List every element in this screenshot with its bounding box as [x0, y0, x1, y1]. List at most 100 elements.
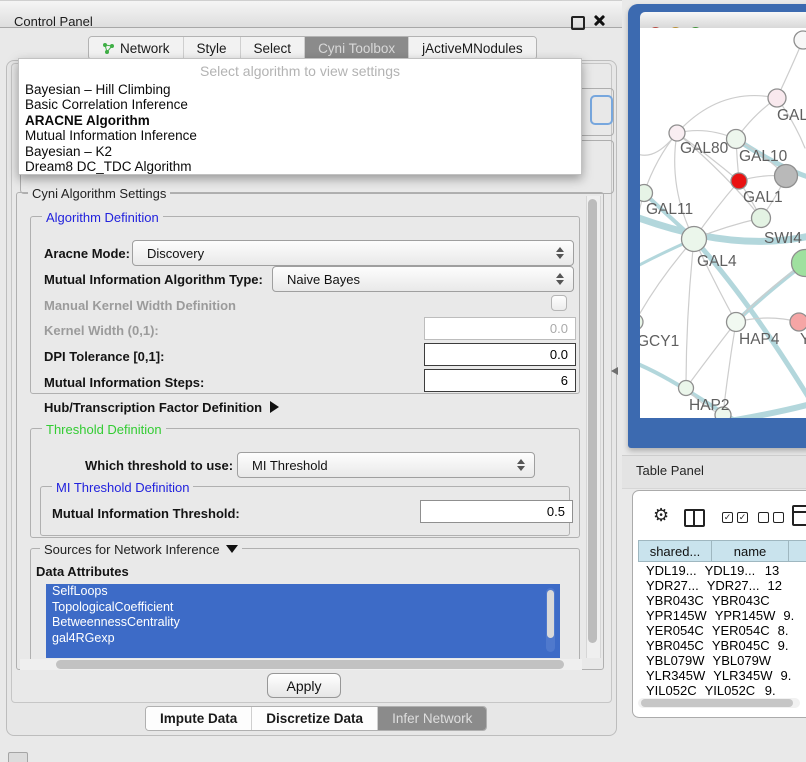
mi-type-select[interactable]: Naive Bayes	[272, 266, 574, 292]
collapse-arrow-icon[interactable]	[226, 545, 238, 553]
network-graph[interactable]: GALGAL80GAL10GAL1GAL11SWI4GAL4GCY1HAP4YH…	[640, 28, 806, 418]
network-node-red-node[interactable]	[731, 173, 747, 189]
network-node-salmon-node[interactable]	[790, 313, 806, 331]
table-cell: YBR043C	[638, 593, 704, 608]
aracne-mode-select[interactable]: Discovery	[132, 240, 574, 266]
algorithm-option-basic-correlation-inference[interactable]: Basic Correlation Inference	[25, 97, 575, 112]
network-node-gal80[interactable]	[669, 125, 685, 141]
gear-icon[interactable]: ⚙	[653, 505, 669, 526]
network-edge[interactable]	[686, 322, 736, 388]
table-cell: YPR145W	[707, 608, 776, 623]
network-node-hap2[interactable]	[679, 381, 694, 396]
tab-discretize-data[interactable]: Discretize Data	[252, 707, 378, 730]
network-edge[interactable]	[644, 133, 677, 193]
algorithm-option-bayesian-k2[interactable]: Bayesian – K2	[25, 144, 575, 159]
network-node-gal10[interactable]	[727, 130, 746, 149]
expand-arrow-icon[interactable]	[270, 401, 279, 413]
table-cell: YPR145W	[638, 608, 707, 623]
network-node-top-partial[interactable]	[794, 31, 806, 49]
which-threshold-select[interactable]: MI Threshold	[237, 452, 535, 478]
spinner-arrows-icon	[553, 273, 567, 285]
data-attributes-list[interactable]: SelfLoopsTopologicalCoefficientBetweenne…	[46, 584, 560, 658]
mi-threshold-field[interactable]: 0.5	[420, 500, 573, 523]
tab-network[interactable]: Network	[89, 37, 184, 59]
table-header-row: shared...nameA	[638, 540, 806, 562]
table-row[interactable]: YBL079WYBL079W	[638, 653, 806, 668]
network-node-hap4[interactable]	[727, 313, 746, 332]
apply-button[interactable]: Apply	[267, 673, 341, 698]
network-node-gal4[interactable]	[682, 227, 707, 252]
control-panel-tabbar: NetworkStyleSelect Cyni Toolbox jActiveMNo…	[88, 36, 537, 60]
split-pane-arrow-icon	[611, 367, 618, 375]
network-node-gcy1[interactable]	[640, 314, 643, 330]
tab-style[interactable]: Style	[184, 37, 241, 59]
algorithm-option-dream8-dc-tdc-algorithm[interactable]: Dream8 DC_TDC Algorithm	[25, 159, 575, 174]
table-row[interactable]: YDR27...YDR27...12	[638, 578, 806, 593]
settings-vertical-scrollbar-thumb[interactable]	[588, 199, 597, 643]
mi-steps-field[interactable]: 6	[424, 369, 576, 392]
table-horizontal-scrollbar-thumb[interactable]	[641, 699, 793, 707]
attribute-item-betweennesscentrality[interactable]: BetweennessCentrality	[46, 615, 560, 631]
float-panel-icon[interactable]	[571, 16, 585, 30]
column-header-name[interactable]: name	[711, 540, 788, 562]
network-node-gray-node[interactable]	[775, 165, 798, 188]
deselect-all-checkboxes-icon[interactable]	[758, 512, 784, 523]
sources-title-label: Sources for Network Inference	[44, 542, 220, 557]
network-view-canvas[interactable]: GALGAL80GAL10GAL1GAL11SWI4GAL4GCY1HAP4YH…	[640, 28, 806, 418]
threshold-definition-title: Threshold Definition	[42, 422, 166, 437]
table-cell: YDR27...	[638, 578, 699, 593]
table-row[interactable]: YLR345WYLR345W9.	[638, 668, 806, 683]
table-cell: YLR345W	[705, 668, 772, 683]
attribute-item-gal4rgexp[interactable]: gal4RGexp	[46, 631, 560, 647]
attributes-list-scrollbar-thumb[interactable]	[547, 590, 554, 638]
column-header-shared-[interactable]: shared...	[638, 540, 711, 562]
attribute-item-selfloops[interactable]: SelfLoops	[46, 584, 560, 600]
tab-label: Cyni Toolbox	[318, 41, 395, 56]
node-label-gal4: GAL4	[697, 253, 737, 270]
network-window-titlebar[interactable]	[640, 12, 806, 28]
tab-select[interactable]: Select	[241, 37, 306, 59]
network-edge[interactable]	[686, 239, 694, 388]
table-row[interactable]: YER054CYER054C8.	[638, 623, 806, 638]
node-label-gal80: GAL80	[680, 140, 729, 157]
tab-jactivemnodules[interactable]: jActiveMNodules	[409, 37, 536, 59]
column-header-a[interactable]: A	[788, 540, 806, 562]
select-all-checkboxes-icon[interactable]: ✓✓	[722, 512, 748, 523]
table-cell: YIL052C	[638, 683, 697, 696]
dpi-tolerance-field[interactable]: 0.0	[424, 343, 576, 366]
settings-horizontal-scrollbar-thumb[interactable]	[56, 660, 564, 669]
algorithm-option-aracne-algorithm[interactable]: ARACNE Algorithm	[25, 113, 575, 128]
network-edge[interactable]	[640, 193, 644, 322]
table-cell: YBR045C	[638, 638, 704, 653]
table-cell: 9.	[773, 668, 806, 683]
column-layout-icon[interactable]	[684, 509, 705, 527]
manual-kernel-checkbox[interactable]	[551, 295, 567, 311]
table-mode-icon[interactable]	[792, 505, 806, 526]
close-panel-icon[interactable]	[592, 13, 606, 27]
aracne-mode-label: Aracne Mode:	[44, 246, 130, 261]
network-node-gal1[interactable]	[752, 209, 771, 228]
kernel-width-field[interactable]: 0.0	[424, 317, 576, 340]
network-node-gal-pink[interactable]	[768, 89, 786, 107]
bottom-left-widget[interactable]	[8, 752, 28, 762]
hub-definition-toggle[interactable]: Hub/Transcription Factor Definition	[44, 400, 279, 415]
table-row[interactable]: YDL19...YDL19...13	[638, 563, 806, 578]
network-edge[interactable]	[677, 96, 777, 133]
algorithm-definition-title: Algorithm Definition	[42, 210, 163, 225]
algorithm-option-mutual-information-inference[interactable]: Mutual Information Inference	[25, 128, 575, 143]
attribute-item-topologicalcoefficient[interactable]: TopologicalCoefficient	[46, 600, 560, 616]
tab-impute-data[interactable]: Impute Data	[146, 707, 252, 730]
sources-group-title[interactable]: Sources for Network Inference	[40, 542, 242, 557]
network-node-gal11[interactable]	[640, 185, 653, 202]
tab-cyni-toolbox[interactable]: Cyni Toolbox	[305, 37, 409, 59]
tab-infer-network[interactable]: Infer Network	[378, 707, 486, 730]
kernel-width-label: Kernel Width (0,1):	[44, 323, 159, 338]
table-cell: YER054C	[704, 623, 770, 638]
algorithm-option-bayesian-hill-climbing[interactable]: Bayesian – Hill Climbing	[25, 82, 575, 97]
table-row[interactable]: YBR045CYBR045C9.	[638, 638, 806, 653]
table-row[interactable]: YPR145WYPR145W9.	[638, 608, 806, 623]
table-row[interactable]: YIL052CYIL052C9.	[638, 683, 806, 696]
aracne-mode-value: Discovery	[133, 246, 553, 261]
settings-group-title: Cyni Algorithm Settings	[28, 186, 170, 201]
table-row[interactable]: YBR043CYBR043C	[638, 593, 806, 608]
